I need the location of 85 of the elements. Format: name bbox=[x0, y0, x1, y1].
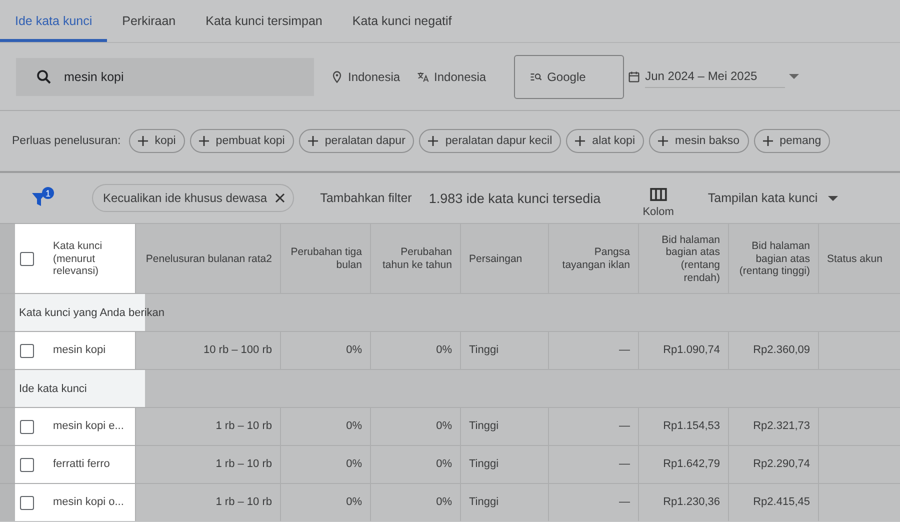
checkbox[interactable] bbox=[20, 458, 34, 472]
table-cell: 0% bbox=[280, 407, 370, 445]
checkbox[interactable] bbox=[20, 252, 34, 266]
group-header: Kata kunci yang Anda berikan bbox=[0, 293, 900, 331]
checkbox[interactable] bbox=[20, 420, 34, 434]
translate-icon bbox=[416, 70, 430, 84]
plus-icon bbox=[575, 136, 586, 146]
tab[interactable]: Kata kunci tersimpan bbox=[190, 0, 338, 42]
search-icon bbox=[35, 68, 53, 86]
refine-label: Perluas penelusuran: bbox=[12, 135, 121, 147]
tab[interactable]: Perkiraan bbox=[107, 0, 191, 42]
table-cell: — bbox=[548, 331, 638, 369]
language-selector[interactable]: Indonesia bbox=[416, 54, 486, 98]
group-header: Ide kata kunci bbox=[0, 369, 900, 407]
keyword-chip[interactable]: kopi bbox=[128, 129, 185, 153]
column-header[interactable]: Perubahan tiga bulan bbox=[280, 223, 370, 294]
table-cell: 1 rb – 10 rb bbox=[135, 483, 280, 521]
table-cell: Rp2.290,74 bbox=[728, 445, 818, 483]
filter-chip[interactable]: Kecualikan ide khusus dewasa bbox=[92, 184, 294, 212]
close-icon bbox=[275, 193, 286, 203]
plus-icon bbox=[308, 136, 318, 146]
tab[interactable]: Ide kata kunci bbox=[0, 0, 108, 42]
table-cell: Rp1.154,53 bbox=[638, 407, 728, 445]
table-cell: 0% bbox=[370, 331, 460, 369]
table-cell: — bbox=[548, 483, 638, 521]
table-cell: 1 rb – 10 rb bbox=[135, 445, 280, 483]
caret-icon bbox=[828, 196, 838, 200]
keyword-chip[interactable]: peralatan dapur kecil bbox=[419, 129, 562, 153]
keyword-count: 1.983 ide kata kunci tersedia bbox=[428, 190, 601, 206]
table-cell: mesin kopi o... bbox=[45, 483, 135, 521]
table-cell: Rp1.642,79 bbox=[638, 445, 728, 483]
table-cell: 0% bbox=[370, 407, 460, 445]
column-header[interactable]: Perubahan tahun ke tahun bbox=[370, 223, 460, 294]
column-header[interactable]: Status akun bbox=[818, 223, 900, 294]
plus-icon bbox=[428, 136, 438, 146]
keyword-chip[interactable]: peralatan dapur bbox=[298, 129, 414, 153]
keyword-chip[interactable]: pemang bbox=[754, 129, 830, 153]
checkbox[interactable] bbox=[20, 496, 34, 510]
calendar-icon bbox=[627, 70, 642, 84]
caret-icon bbox=[789, 74, 800, 79]
view-selector[interactable]: Tampilan kata kunci bbox=[708, 191, 838, 205]
table-cell: 1 rb – 10 rb bbox=[135, 407, 280, 445]
location-pin-icon bbox=[330, 70, 344, 84]
table-cell: 0% bbox=[280, 483, 370, 521]
date-range-selector[interactable]: Jun 2024 – Mei 2025 bbox=[627, 65, 800, 88]
table-cell: 0% bbox=[280, 445, 370, 483]
table-cell: Tinggi bbox=[460, 331, 548, 369]
plus-icon bbox=[762, 136, 773, 146]
column-header[interactable]: Pangsa tayangan iklan bbox=[548, 223, 638, 294]
search-field[interactable]: mesin kopi bbox=[16, 58, 314, 96]
table-cell: Tinggi bbox=[460, 445, 548, 483]
keyword-chip[interactable]: alat kopi bbox=[566, 129, 644, 153]
table-cell: mesin kopi bbox=[45, 331, 135, 369]
column-header[interactable]: Penelusuran bulanan rata2 bbox=[135, 223, 280, 294]
table-cell: mesin kopi e... bbox=[45, 407, 135, 445]
table-cell: ferratti ferro bbox=[45, 445, 135, 483]
table-cell: 0% bbox=[370, 483, 460, 521]
table-cell: Rp1.230,36 bbox=[638, 483, 728, 521]
table-cell: 0% bbox=[370, 445, 460, 483]
table-cell: — bbox=[548, 407, 638, 445]
table-cell: Rp2.321,73 bbox=[728, 407, 818, 445]
table-cell: Tinggi bbox=[460, 483, 548, 521]
location-selector[interactable]: Indonesia bbox=[330, 54, 400, 98]
table-cell: 10 rb – 100 rb bbox=[135, 331, 280, 369]
network-selector[interactable]: Google bbox=[514, 54, 624, 98]
table-cell: Rp2.360,09 bbox=[728, 331, 818, 369]
plus-icon bbox=[138, 136, 148, 146]
plus-icon bbox=[198, 136, 209, 146]
keyword-chip[interactable]: mesin bakso bbox=[649, 129, 749, 153]
column-header[interactable]: Persaingan bbox=[460, 223, 548, 294]
table-cell: 0% bbox=[280, 331, 370, 369]
column-header[interactable]: Bid halaman bagian atas (rentang tinggi) bbox=[728, 223, 818, 294]
keyword-chip[interactable]: pembuat kopi bbox=[190, 129, 294, 153]
column-header[interactable]: Bid halaman bagian atas (rentang rendah) bbox=[638, 223, 728, 294]
columns-icon bbox=[650, 188, 667, 201]
checkbox[interactable] bbox=[20, 344, 34, 358]
table-cell: Rp2.415,45 bbox=[728, 483, 818, 521]
table-cell: Rp1.090,74 bbox=[638, 331, 728, 369]
column-header[interactable]: Kata kunci (menurut relevansi) bbox=[45, 223, 135, 294]
table-cell: Tinggi bbox=[460, 407, 548, 445]
columns-button[interactable]: Kolom bbox=[642, 178, 674, 218]
add-filter-button[interactable]: Tambahkan filter bbox=[320, 191, 412, 205]
table-cell: — bbox=[548, 445, 638, 483]
plus-icon bbox=[658, 136, 668, 146]
tab[interactable]: Kata kunci negatif bbox=[337, 0, 467, 42]
